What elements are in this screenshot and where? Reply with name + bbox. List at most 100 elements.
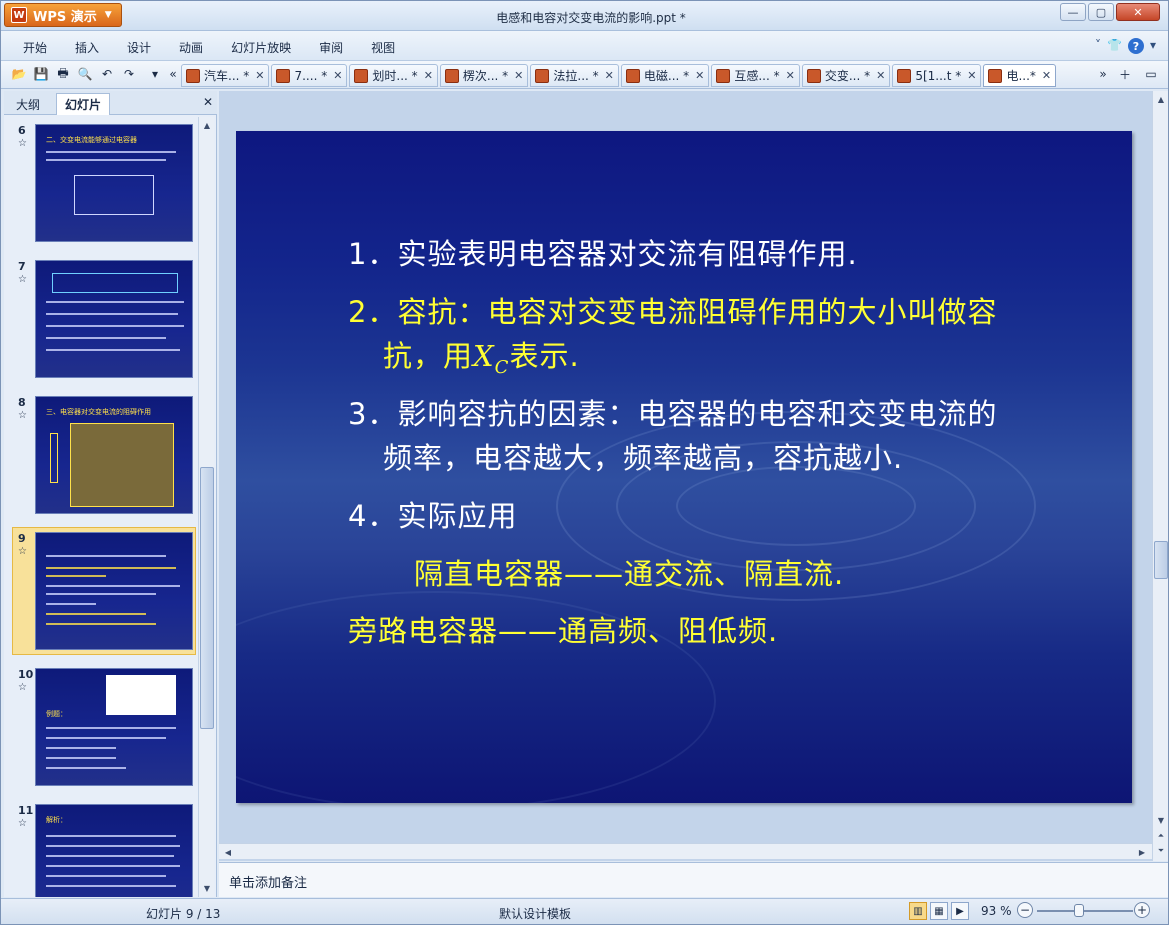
doc-tab[interactable]: 楞次... * ✕ bbox=[439, 64, 529, 87]
normal-view-icon[interactable]: ▥ bbox=[909, 902, 927, 920]
close-tab-icon[interactable]: ✕ bbox=[605, 69, 614, 82]
close-tab-icon[interactable]: ✕ bbox=[967, 69, 976, 82]
tabs-left-icon[interactable]: « bbox=[165, 66, 181, 82]
slide-thumbnail-10[interactable]: 10 ☆ 例题： bbox=[12, 663, 196, 791]
slide-thumbnail-11[interactable]: 11 ☆ 解析： bbox=[12, 799, 196, 897]
close-tab-icon[interactable]: ✕ bbox=[255, 69, 264, 82]
skin-icon[interactable]: 👕 bbox=[1107, 38, 1122, 54]
zoom-in-icon[interactable]: + bbox=[1134, 902, 1150, 918]
maximize-button[interactable]: ▢ bbox=[1088, 3, 1114, 21]
text-line bbox=[46, 301, 184, 303]
slide-number: 10 bbox=[18, 668, 34, 681]
bullet-4: 4．实际应用 bbox=[348, 499, 518, 533]
zoom-slider-handle[interactable] bbox=[1074, 904, 1084, 917]
menu-slideshow[interactable]: 幻灯片放映 bbox=[217, 39, 305, 56]
new-tab-icon[interactable]: ＋ bbox=[1117, 66, 1133, 82]
zoom-out-icon[interactable]: − bbox=[1017, 902, 1033, 918]
redo-icon[interactable]: ↷ bbox=[121, 66, 137, 82]
close-tab-icon[interactable]: ✕ bbox=[424, 69, 433, 82]
slide-thumbnail-8[interactable]: 8 ☆ 三、电容器对交变电流的阻碍作用 bbox=[12, 391, 196, 519]
slideshow-icon[interactable]: ▶ bbox=[951, 902, 969, 920]
doc-tab[interactable]: 划时... * ✕ bbox=[349, 64, 438, 87]
close-tab-icon[interactable]: ✕ bbox=[514, 69, 523, 82]
ppt-file-icon bbox=[186, 68, 200, 83]
undo-icon[interactable]: ↶ bbox=[99, 66, 115, 82]
current-slide[interactable]: 1．实验表明电容器对交流有阻碍作用. 2．容抗：电容对交变电流阻碍作用的大小叫做… bbox=[236, 131, 1132, 803]
prev-slide-icon[interactable]: ⏶ bbox=[1154, 829, 1168, 843]
print-preview-icon[interactable]: 🔍 bbox=[77, 66, 93, 82]
text-line bbox=[46, 603, 96, 605]
scroll-down-icon[interactable]: ▼ bbox=[200, 881, 214, 895]
slide-counter: 幻灯片 9 / 13 bbox=[146, 907, 221, 921]
doc-tab[interactable]: 交变... * ✕ bbox=[801, 64, 891, 87]
text-line bbox=[46, 865, 180, 867]
tabs-right-icon[interactable]: » bbox=[1095, 66, 1111, 82]
doc-tab[interactable]: 电磁... * ✕ bbox=[620, 64, 710, 87]
open-icon[interactable]: 📂 bbox=[11, 66, 27, 82]
slide-thumbnail-6[interactable]: 6 ☆ 二、交变电流能够通过电容器 bbox=[12, 119, 196, 247]
tab-outline[interactable]: 大纲 bbox=[8, 93, 48, 115]
scroll-down-icon[interactable]: ▼ bbox=[1154, 813, 1168, 827]
doc-tab-label: 汽车... * bbox=[204, 69, 250, 83]
menu-insert[interactable]: 插入 bbox=[61, 39, 113, 56]
doc-tab[interactable]: 7.... * ✕ bbox=[271, 64, 348, 87]
close-tab-icon[interactable]: ✕ bbox=[1042, 69, 1051, 82]
doc-tab[interactable]: 互感... * ✕ bbox=[711, 64, 800, 87]
zoom-slider[interactable] bbox=[1037, 910, 1133, 912]
slide-preview bbox=[35, 260, 193, 378]
doc-tab[interactable]: 法拉... * ✕ bbox=[530, 64, 619, 87]
close-tab-icon[interactable]: ✕ bbox=[786, 69, 795, 82]
close-tab-icon[interactable]: ✕ bbox=[333, 69, 342, 82]
collapse-ribbon-icon[interactable]: ˅ bbox=[1095, 38, 1101, 54]
text-line bbox=[46, 349, 180, 351]
slide-number: 11 bbox=[18, 804, 34, 817]
slide-sorter-icon[interactable]: ▦ bbox=[930, 902, 948, 920]
next-slide-icon[interactable]: ⏷ bbox=[1154, 844, 1168, 858]
bullet-2-suffix: 表示. bbox=[509, 339, 580, 373]
slide-thumbnail-9[interactable]: 9 ☆ bbox=[12, 527, 196, 655]
close-tab-icon[interactable]: ✕ bbox=[695, 69, 704, 82]
doc-tab-active[interactable]: 电...* ✕ bbox=[983, 64, 1057, 87]
slide-thumbnail-7[interactable]: 7 ☆ bbox=[12, 255, 196, 383]
help-dropdown-icon[interactable]: ▾ bbox=[1150, 38, 1156, 54]
scroll-right-icon[interactable]: ▶ bbox=[1135, 845, 1149, 859]
notes-pane[interactable]: 单击添加备注 bbox=[219, 862, 1168, 897]
menu-review[interactable]: 审阅 bbox=[305, 39, 357, 56]
tab-slides[interactable]: 幻灯片 bbox=[56, 93, 111, 115]
close-panel-icon[interactable]: ✕ bbox=[203, 95, 213, 109]
close-button[interactable]: ✕ bbox=[1116, 3, 1160, 21]
slide-preview: 例题： bbox=[35, 668, 193, 786]
slide-number: 8 bbox=[18, 396, 26, 409]
capacitive-reactance-symbol: XC bbox=[473, 339, 509, 378]
menu-home[interactable]: 开始 bbox=[9, 39, 61, 56]
close-tab-icon[interactable]: ✕ bbox=[876, 69, 885, 82]
text-line bbox=[46, 575, 106, 577]
menu-design[interactable]: 设计 bbox=[113, 39, 165, 56]
bullet-2-line2: 抗，用XC表示. bbox=[383, 333, 580, 378]
horizontal-scrollbar[interactable]: ◀ ▶ bbox=[219, 843, 1152, 859]
text-line bbox=[46, 835, 176, 837]
scroll-thumb[interactable] bbox=[1154, 541, 1168, 579]
toolbar-dropdown-icon[interactable]: ▾ bbox=[147, 66, 163, 82]
menu-view[interactable]: 视图 bbox=[357, 39, 409, 56]
save-icon[interactable]: 💾 bbox=[33, 66, 49, 82]
scroll-up-icon[interactable]: ▲ bbox=[1154, 92, 1168, 106]
tab-list-icon[interactable]: ▭ bbox=[1143, 66, 1159, 82]
slide-number: 7 bbox=[18, 260, 26, 273]
scroll-thumb[interactable] bbox=[200, 467, 214, 729]
animation-star-icon: ☆ bbox=[18, 138, 27, 149]
menu-animation[interactable]: 动画 bbox=[165, 39, 217, 56]
minimize-button[interactable]: — bbox=[1060, 3, 1086, 21]
scroll-left-icon[interactable]: ◀ bbox=[221, 845, 235, 859]
notes-placeholder: 单击添加备注 bbox=[229, 876, 308, 891]
ppt-file-icon bbox=[806, 68, 821, 83]
doc-tab[interactable]: 汽车... * ✕ bbox=[181, 64, 270, 87]
vertical-scrollbar[interactable]: ▲ ▼ ⏶ ⏷ bbox=[1152, 91, 1168, 861]
doc-tab[interactable]: 5[1...t * ✕ bbox=[892, 64, 982, 87]
help-icon[interactable]: ? bbox=[1127, 38, 1144, 54]
print-icon[interactable]: 🖶 bbox=[55, 66, 71, 82]
thumbnail-scrollbar[interactable]: ▲ ▼ bbox=[198, 117, 214, 897]
experiment-photo bbox=[70, 423, 174, 507]
template-name[interactable]: 默认设计模板 bbox=[499, 905, 571, 922]
scroll-up-icon[interactable]: ▲ bbox=[200, 118, 214, 132]
